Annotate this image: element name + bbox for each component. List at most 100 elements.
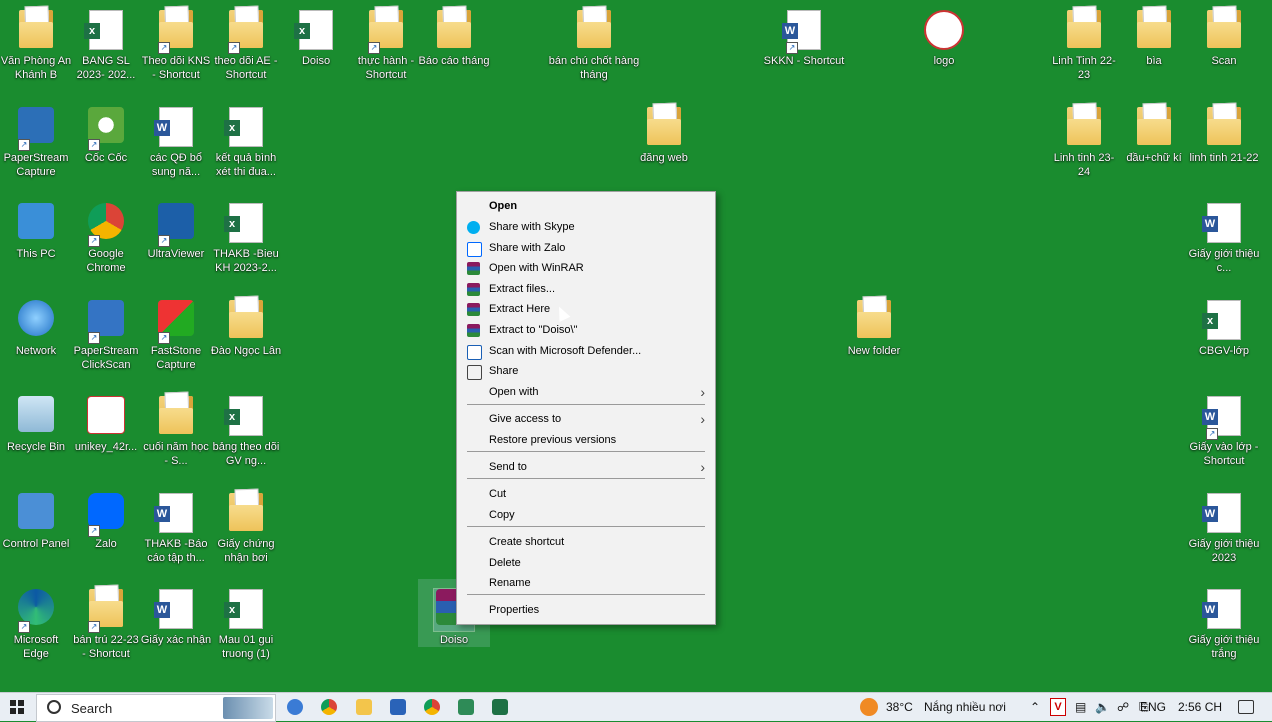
weather-text[interactable]: Nắng nhiều nơi	[924, 700, 1006, 714]
context-menu-item[interactable]: Delete	[457, 553, 715, 573]
desktop-icon[interactable]: bảng theo dõi GV ng...	[210, 386, 282, 468]
search-box[interactable]: Search	[36, 694, 276, 722]
word-file-icon	[154, 589, 193, 629]
desktop-icon[interactable]: Linh Tinh 22-23	[1048, 0, 1120, 82]
desktop-icon-label: THAKB -Báo cáo tập th...	[144, 538, 208, 564]
network-icon[interactable]: ☍	[1117, 700, 1129, 714]
file-explorer-icon[interactable]	[356, 699, 372, 715]
desktop-icon[interactable]: Văn Phòng An Khánh B	[0, 0, 72, 82]
desktop-icon[interactable]: ↗ Cốc Cốc	[70, 97, 142, 165]
desktop-icon[interactable]: BANG SL 2023- 202...	[70, 0, 142, 82]
chrome-taskbar-icon[interactable]	[321, 699, 337, 715]
desktop-icon[interactable]: đăng web	[628, 97, 700, 165]
context-menu-item[interactable]: Open	[457, 196, 715, 216]
icon-wrapper	[86, 396, 126, 438]
language-indicator[interactable]: ENG	[1140, 700, 1166, 714]
desktop-icon[interactable]: ↗ bán trú 22-23 - Shortcut	[70, 579, 142, 661]
desktop-icon[interactable]: New folder	[838, 290, 910, 358]
desktop-icon[interactable]: Giấy xác nhận	[140, 579, 212, 647]
desktop-icon[interactable]: ↗SKKN - Shortcut	[758, 0, 850, 68]
desktop-icon[interactable]: ↗ UltraViewer	[140, 193, 212, 261]
unknown-app-icon[interactable]	[458, 699, 474, 715]
desktop-icon[interactable]: logo	[908, 0, 980, 68]
chrome-icon-2[interactable]	[424, 699, 440, 715]
desktop-icon[interactable]: Mau 01 gui truong (1)	[210, 579, 282, 661]
context-menu-item[interactable]: Copy	[457, 505, 715, 525]
context-menu-item[interactable]: Create shortcut	[457, 532, 715, 552]
context-menu-item[interactable]: Send to ›	[457, 457, 715, 477]
context-menu-item[interactable]: Share with Skype	[457, 217, 715, 237]
context-menu-item[interactable]: Share with Zalo	[457, 238, 715, 258]
desktop-icon[interactable]: Network	[0, 290, 72, 358]
vietkey-icon[interactable]: V	[1050, 698, 1066, 716]
desktop-icon[interactable]: Giấy giới thiệu trắng	[1188, 579, 1260, 661]
chevron-up-icon[interactable]: ⌃	[1030, 700, 1040, 714]
desktop-icon[interactable]: ↗ Theo dõi KNS - Shortcut	[140, 0, 212, 82]
context-menu-item-label: Share	[489, 365, 519, 377]
notification-icon[interactable]	[1238, 700, 1254, 714]
desktop-icon[interactable]: cuối năm học - S...	[140, 386, 212, 468]
excel-taskbar-icon[interactable]	[492, 699, 508, 715]
context-menu-item[interactable]: Extract to "Doiso\"	[457, 320, 715, 340]
context-menu-item[interactable]: Open with ›	[457, 382, 715, 402]
context-menu-item[interactable]: Extract Here	[457, 299, 715, 319]
desktop-icon[interactable]: ↗ thực hành - Shortcut	[350, 0, 422, 82]
desktop-icon[interactable]: Recycle Bin	[0, 386, 72, 454]
context-menu-item[interactable]: Share	[457, 361, 715, 381]
task-view-icon[interactable]	[287, 699, 303, 715]
context-menu-item[interactable]: Properties	[457, 600, 715, 620]
desktop-icon-label: New folder	[847, 345, 901, 357]
clock[interactable]: 2:56 CH	[1178, 700, 1222, 714]
desktop-icon[interactable]: Báo cáo tháng	[418, 0, 490, 68]
desktop-icon[interactable]: Scan	[1188, 0, 1260, 68]
context-menu-item[interactable]: Cut	[457, 484, 715, 504]
desktop-icon[interactable]: Đào Ngọc Lân	[210, 290, 282, 358]
desktop-icon-label: Giấy giới thiệu trắng	[1188, 634, 1260, 660]
desktop-icon-label: UltraViewer	[147, 248, 205, 260]
desktop-icon[interactable]: ↗ FastStone Capture	[140, 290, 212, 372]
desktop-icon[interactable]: THAKB -Bieu KH 2023-2...	[210, 193, 282, 275]
desktop-icon[interactable]: ↗ theo dõi AE - Shortcut	[210, 0, 282, 82]
icon-wrapper	[16, 396, 56, 438]
weather-temp[interactable]: 38°C	[886, 700, 913, 714]
context-menu-item[interactable]: Scan with Microsoft Defender...	[457, 341, 715, 361]
desktop-icon[interactable]: các QĐ bổ sung nă...	[140, 97, 212, 179]
desktop-icon[interactable]: linh tinh 21-22	[1188, 97, 1260, 165]
context-menu-item[interactable]: Give access to ›	[457, 409, 715, 429]
context-menu-item[interactable]: Open with WinRAR	[457, 258, 715, 278]
desktop-icon[interactable]: đầu+chữ kí	[1118, 97, 1190, 165]
desktop-icon[interactable]: bán chú chốt hàng tháng	[548, 0, 640, 82]
desktop-icon[interactable]: ↗ Zalo	[70, 483, 142, 551]
start-button[interactable]	[10, 700, 24, 714]
icon-wrapper	[1204, 10, 1244, 52]
desktop-icon[interactable]: Doiso	[280, 0, 352, 68]
mail-icon[interactable]	[390, 699, 406, 715]
volume-icon[interactable]: ▤	[1075, 700, 1086, 714]
context-menu-item[interactable]: Extract files...	[457, 279, 715, 299]
desktop-icon[interactable]: THAKB -Báo cáo tập th...	[140, 483, 212, 565]
folder-icon	[229, 493, 263, 531]
desktop-icon[interactable]: ↗ Microsoft Edge	[0, 579, 72, 661]
desktop-icon-label: Theo dõi KNS - Shortcut	[141, 55, 211, 81]
menu-separator	[467, 451, 705, 452]
app-icon	[88, 300, 124, 336]
weather-icon[interactable]	[860, 698, 878, 716]
desktop-icon[interactable]: ↗Giấy vào lớp - Shortcut	[1188, 386, 1260, 468]
desktop-icon[interactable]: unikey_42r...	[70, 386, 142, 454]
desktop-icon[interactable]: ↗ PaperStream ClickScan	[70, 290, 142, 372]
desktop-icon[interactable]: bìa	[1118, 0, 1190, 68]
desktop-icon[interactable]: This PC	[0, 193, 72, 261]
context-menu-item[interactable]: Restore previous versions	[457, 430, 715, 450]
desktop-icon[interactable]: Giấy giới thiệu 2023	[1188, 483, 1260, 565]
desktop-icon[interactable]: Giấy chứng nhận bơi	[210, 483, 282, 565]
desktop-icon[interactable]: Giấy giới thiệu c...	[1188, 193, 1260, 275]
icon-wrapper	[156, 396, 196, 438]
desktop-icon[interactable]: Linh tinh 23-24	[1048, 97, 1120, 179]
context-menu-item[interactable]: Rename	[457, 573, 715, 593]
desktop-icon[interactable]: ↗ PaperStream Capture	[0, 97, 72, 179]
speaker-icon[interactable]: 🔈	[1095, 700, 1110, 714]
desktop-icon[interactable]: CBGV-lớp	[1188, 290, 1260, 358]
desktop-icon[interactable]: Control Panel	[0, 483, 72, 551]
desktop-icon[interactable]: kết quả bình xét thi đua...	[210, 97, 282, 179]
desktop-icon[interactable]: ↗ Google Chrome	[70, 193, 142, 275]
